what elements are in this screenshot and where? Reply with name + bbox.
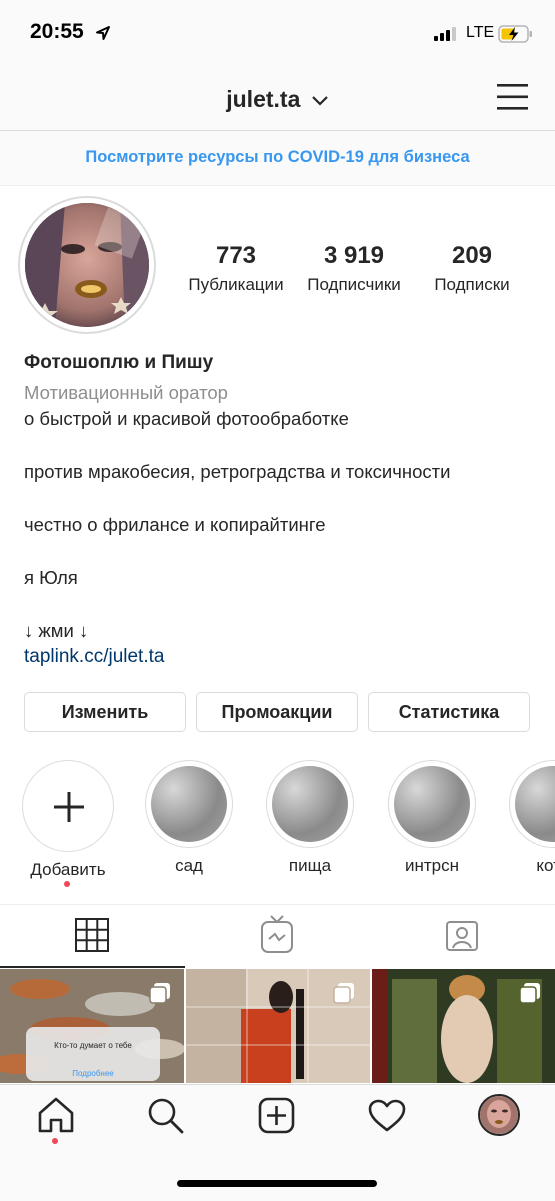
highlight-label: Добавить	[30, 860, 106, 879]
bio-link[interactable]: taplink.cc/julet.ta	[24, 646, 164, 668]
post-thumbnail[interactable]	[372, 969, 555, 1083]
followers-count[interactable]: 3 919 Подписчики	[296, 242, 412, 295]
igtv-icon[interactable]	[260, 914, 294, 954]
menu-icon[interactable]	[497, 82, 529, 112]
highlight-item[interactable]: сад	[141, 760, 237, 876]
bio-line: против мракобесия, ретроградства и токси…	[24, 461, 451, 482]
location-arrow-icon	[96, 26, 110, 40]
highlight-item[interactable]: интрсн	[384, 760, 480, 876]
network-type: LTE	[466, 24, 495, 41]
highlight-label: пища	[288, 856, 332, 875]
signal-icon	[434, 27, 456, 41]
carousel-icon	[519, 983, 540, 1004]
post-thumbnail[interactable]: Кто-то думает о тебе Подробнее	[0, 969, 184, 1083]
bio-line: я Юля	[24, 567, 78, 588]
bio-line: о быстрой и красивой фотообработке	[24, 408, 349, 429]
home-indicator	[177, 1180, 377, 1187]
search-icon[interactable]	[147, 1097, 185, 1135]
post-overlay-more: Подробнее	[72, 1069, 114, 1078]
highlight-label: котэ	[536, 856, 555, 875]
notification-dot	[64, 881, 70, 887]
highlight-item-clipped[interactable]: котэ	[505, 760, 555, 890]
tagged-icon[interactable]	[445, 918, 479, 952]
covid-banner[interactable]: Посмотрите ресурсы по COVID-19 для бизне…	[0, 131, 555, 186]
active-tab-indicator	[0, 966, 185, 968]
chevron-down-icon	[311, 96, 328, 106]
profile-name: Фотошоплю и Пишу	[24, 352, 214, 373]
posts-count[interactable]: 773 Публикации	[178, 242, 294, 295]
home-icon[interactable]	[37, 1096, 75, 1134]
plus-icon	[54, 792, 84, 822]
profile-category: Мотивационный оратор	[24, 382, 228, 403]
highlight-item[interactable]: пища	[262, 760, 358, 876]
notification-dot	[52, 1138, 58, 1144]
grid-icon[interactable]	[75, 918, 109, 952]
edit-profile-button[interactable]: Изменить	[24, 692, 186, 732]
add-highlight[interactable]: Добавить	[20, 760, 116, 880]
bio-line: ↓ жми ↓	[24, 620, 89, 641]
followers-count-value: 3 919	[323, 242, 385, 269]
highlight-label: интрсн	[404, 856, 459, 875]
covid-banner-text: Посмотрите ресурсы по COVID-19 для бизне…	[85, 148, 470, 166]
profile-tab-avatar[interactable]	[478, 1094, 520, 1136]
carousel-icon	[149, 983, 170, 1004]
post-thumbnail[interactable]	[186, 969, 370, 1083]
following-count-value: 209	[451, 242, 493, 269]
activity-heart-icon[interactable]	[368, 1099, 406, 1133]
posts-count-value: 773	[215, 242, 257, 269]
carousel-icon	[333, 983, 354, 1004]
followers-count-label: Подписчики	[307, 275, 401, 294]
new-post-icon[interactable]	[258, 1097, 296, 1135]
statistics-button[interactable]: Статистика	[368, 692, 530, 732]
account-switcher[interactable]: julet.ta	[0, 86, 555, 113]
following-count-label: Подписки	[434, 275, 510, 294]
posts-count-label: Публикации	[188, 275, 284, 294]
battery-charging-icon	[498, 25, 532, 43]
profile-avatar[interactable]	[25, 203, 149, 327]
highlight-label: сад	[175, 856, 203, 875]
promotions-button[interactable]: Промоакции	[196, 692, 358, 732]
status-time: 20:55	[30, 20, 84, 43]
username-label: julet.ta	[226, 86, 301, 112]
bio-line: честно о фрилансе и копирайтинге	[24, 514, 326, 535]
post-overlay-text: Кто-то думает о тебе	[54, 1041, 132, 1050]
following-count[interactable]: 209 Подписки	[414, 242, 530, 295]
